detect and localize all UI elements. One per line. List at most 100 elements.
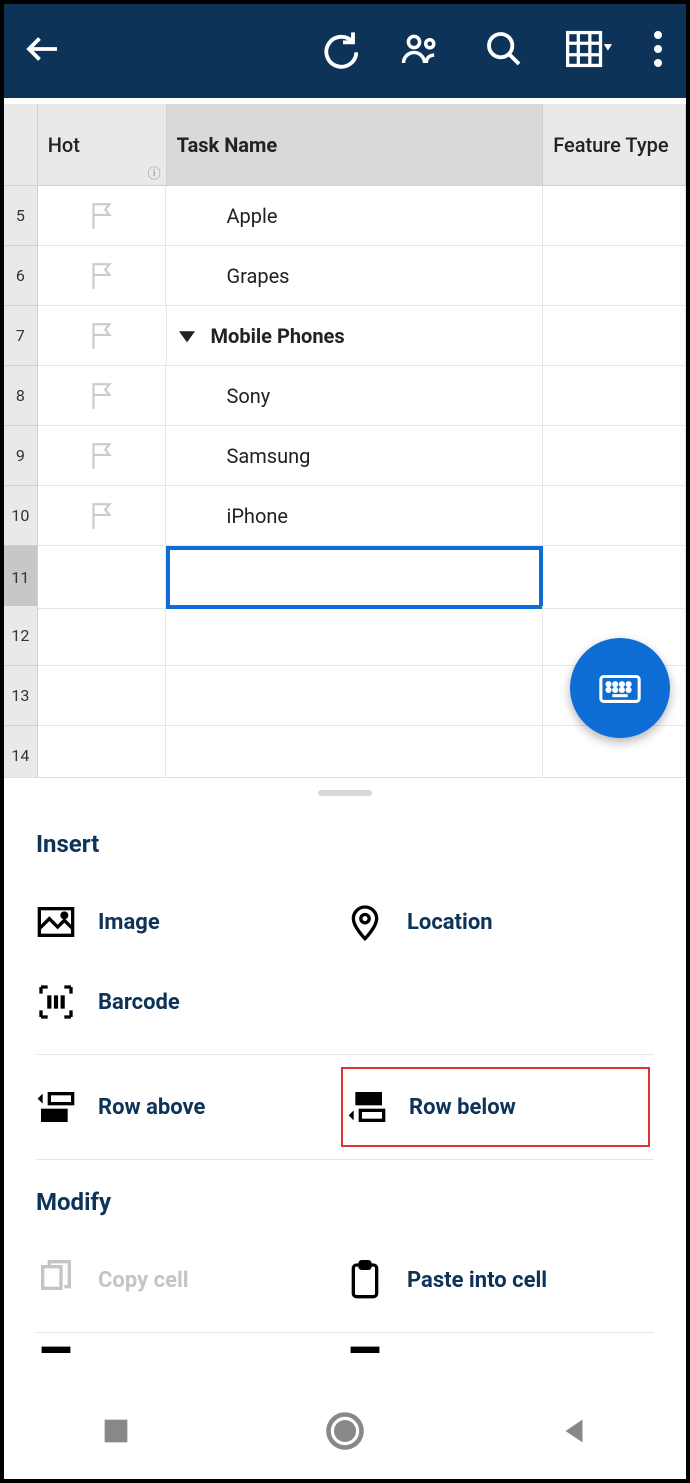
header-rownum [4,104,38,186]
table-row: 10 iPhone [4,486,686,546]
info-icon: ⓘ [148,163,161,182]
header-task[interactable]: Task Name [167,104,544,186]
nav-back[interactable] [557,1414,591,1452]
cell-hot[interactable] [38,426,167,486]
divider [36,1332,654,1333]
paste-cell-label: Paste into cell [407,1268,547,1293]
cell-feature[interactable] [543,186,686,246]
insert-location-label: Location [407,910,493,935]
cell-hot[interactable] [38,306,167,366]
table-row: 5 Apple [4,186,686,246]
cell-hot[interactable] [38,726,167,778]
outdent-button[interactable] [36,1345,345,1361]
indent-button[interactable] [345,1345,654,1361]
cell-task[interactable] [166,726,543,778]
keyboard-icon [597,665,643,711]
row-above-button[interactable]: Row above [36,1067,345,1147]
search-icon[interactable] [484,29,524,73]
table-row: 11 [4,546,686,606]
cell-feature[interactable] [543,366,686,426]
cell-hot[interactable] [38,186,167,246]
row-number[interactable]: 6 [4,246,38,306]
refresh-icon[interactable] [318,29,358,73]
drag-handle[interactable] [318,790,372,796]
row-number[interactable]: 10 [4,486,38,546]
header-hot[interactable]: Hot ⓘ [38,104,167,186]
insert-row-2: Barcode [36,962,654,1042]
location-icon [345,902,385,942]
cell-task[interactable] [166,666,543,726]
cell-task[interactable]: Mobile Phones [167,306,544,366]
row-number[interactable]: 12 [4,606,38,666]
header-hot-label: Hot [48,133,80,157]
header-actions [318,28,662,74]
cell-hot[interactable] [38,606,167,666]
cell-feature[interactable] [543,546,686,609]
insert-row-3: Row above Row below [36,1067,654,1147]
bottom-sheet: Insert Image Location Barcode Row above … [4,790,686,1398]
table-row: 7 Mobile Phones [4,306,686,366]
header-feature[interactable]: Feature Type [543,104,686,186]
paste-icon [345,1260,385,1300]
barcode-icon [36,982,76,1022]
more-icon[interactable] [654,31,662,71]
nav-home[interactable] [323,1409,367,1457]
share-people-icon[interactable] [400,28,442,74]
cell-feature[interactable] [543,426,686,486]
nav-recents[interactable] [99,1414,133,1452]
cell-task[interactable]: Grapes [166,246,543,306]
modify-row-partial [36,1345,654,1373]
cell-task[interactable]: iPhone [166,486,543,546]
table-row: 6 Grapes [4,246,686,306]
insert-section-title: Insert [36,830,654,858]
copy-cell-label: Copy cell [98,1268,189,1293]
cell-hot[interactable] [38,366,167,426]
android-navbar [4,1387,686,1479]
row-below-button[interactable]: Row below [341,1067,650,1147]
copy-icon [36,1260,76,1300]
row-below-label: Row below [409,1095,516,1120]
header-task-label: Task Name [177,133,278,157]
row-number[interactable]: 11 [4,546,38,609]
image-icon [36,902,76,942]
cell-hot[interactable] [38,546,167,609]
insert-image-button[interactable]: Image [36,882,345,962]
modify-section-title: Modify [36,1188,654,1216]
grid-header-row: Hot ⓘ Task Name Feature Type [4,104,686,186]
grid-view-icon[interactable] [566,30,612,72]
divider [36,1054,654,1055]
indent-icon [345,1345,385,1361]
insert-location-button[interactable]: Location [345,882,654,962]
cell-task[interactable]: Apple [166,186,543,246]
keyboard-fab[interactable] [570,638,670,738]
cell-task[interactable]: Sony [166,366,543,426]
divider [36,1159,654,1160]
cell-feature[interactable] [543,486,686,546]
cell-hot[interactable] [38,246,167,306]
cell-task[interactable] [166,546,543,609]
row-number[interactable]: 13 [4,666,38,726]
row-number[interactable]: 8 [4,366,38,426]
insert-barcode-button[interactable]: Barcode [36,962,345,1042]
row-above-label: Row above [98,1095,205,1120]
row-above-icon [36,1087,76,1127]
row-number[interactable]: 14 [4,726,38,778]
cell-feature[interactable] [543,306,686,366]
table-row: 9 Samsung [4,426,686,486]
back-button[interactable] [22,28,64,74]
cell-feature[interactable] [543,246,686,306]
paste-cell-button[interactable]: Paste into cell [345,1240,654,1320]
insert-row-1: Image Location [36,882,654,962]
modify-row-1: Copy cell Paste into cell [36,1240,654,1320]
copy-cell-button: Copy cell [36,1240,345,1320]
row-number[interactable]: 5 [4,186,38,246]
cell-task[interactable]: Samsung [166,426,543,486]
table-row: 14 [4,726,686,778]
cell-hot[interactable] [38,666,167,726]
app-header [4,4,686,98]
cell-hot[interactable] [38,486,167,546]
cell-task[interactable] [166,606,543,666]
header-feature-label: Feature Type [553,133,668,157]
row-number[interactable]: 7 [4,306,38,366]
row-number[interactable]: 9 [4,426,38,486]
